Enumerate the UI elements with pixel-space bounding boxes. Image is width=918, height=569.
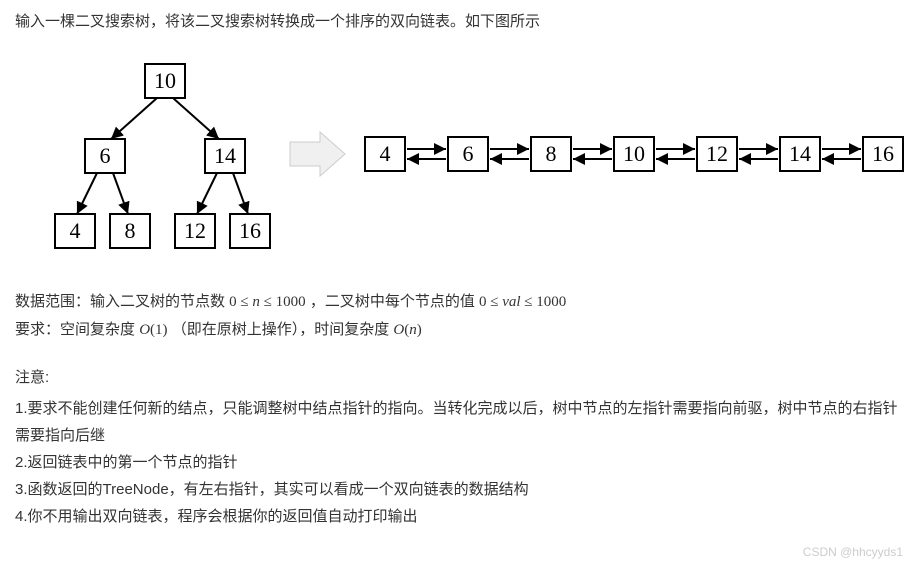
note-item-2: 2.返回链表中的第一个节点的指针 <box>15 449 903 476</box>
tree-node-ll: 4 <box>70 218 81 243</box>
list-node-0: 4 <box>380 141 391 166</box>
diagram-container: 10 6 14 4 8 12 16 <box>45 54 903 258</box>
list-node-4: 12 <box>706 141 728 166</box>
dbl-arrow-5 <box>822 149 861 159</box>
list-node-2: 8 <box>546 141 557 166</box>
notes-title: 注意: <box>15 364 903 391</box>
tree-diagram: 10 6 14 4 8 12 16 <box>55 64 270 248</box>
tree-node-rl: 12 <box>184 218 206 243</box>
transform-arrow-icon <box>290 132 345 176</box>
note-item-3: 3.函数返回的TreeNode，有左右指针，其实可以看成一个双向链表的数据结构 <box>15 476 903 503</box>
tree-node-l: 6 <box>100 143 111 168</box>
diagram-svg: 10 6 14 4 8 12 16 <box>45 54 905 254</box>
tree-node-root: 10 <box>154 68 176 93</box>
dbl-arrow-2 <box>573 149 612 159</box>
tree-node-r: 14 <box>214 143 236 168</box>
req-space-note: （即在原树上操作），时间复杂度 <box>172 321 394 338</box>
dbl-arrow-1 <box>490 149 529 159</box>
note-item-1: 1.要求不能创建任何新的结点，只能调整树中结点指针的指向。当转化完成以后，树中节… <box>15 395 903 449</box>
dbl-arrow-0 <box>407 149 446 159</box>
requirement-prefix: 要求：空间复杂度 <box>15 321 135 338</box>
data-range-n: 0 ≤ n ≤ 1000 <box>229 294 305 310</box>
dbl-arrow-3 <box>656 149 695 159</box>
dbl-arrow-4 <box>739 149 778 159</box>
linked-list-diagram: 4 6 8 10 12 14 <box>365 137 903 171</box>
req-space: O(1) <box>139 322 167 338</box>
notes-section: 注意: 1.要求不能创建任何新的结点，只能调整树中结点指针的指向。当转化完成以后… <box>15 364 903 530</box>
data-range-prefix: 数据范围：输入二叉树的节点数 <box>15 293 229 310</box>
list-node-5: 14 <box>789 141 811 166</box>
problem-intro: 输入一棵二叉搜索树，将该二叉搜索树转换成一个排序的双向链表。如下图所示 <box>15 10 903 34</box>
data-range-section: 数据范围：输入二叉树的节点数 0 ≤ n ≤ 1000 ，二叉树中每个节点的值 … <box>15 288 903 344</box>
tree-node-lr: 8 <box>125 218 136 243</box>
list-node-3: 10 <box>623 141 645 166</box>
note-item-4: 4.你不用输出双向链表，程序会根据你的返回值自动打印输出 <box>15 503 903 530</box>
req-time: O(n) <box>393 322 421 338</box>
data-range-val: 0 ≤ val ≤ 1000 <box>479 294 566 310</box>
data-range-mid: ，二叉树中每个节点的值 <box>310 293 479 310</box>
list-node-6: 16 <box>872 141 894 166</box>
tree-node-rr: 16 <box>239 218 261 243</box>
watermark: CSDN @hhcyyds1 <box>803 545 903 559</box>
list-node-1: 6 <box>463 141 474 166</box>
